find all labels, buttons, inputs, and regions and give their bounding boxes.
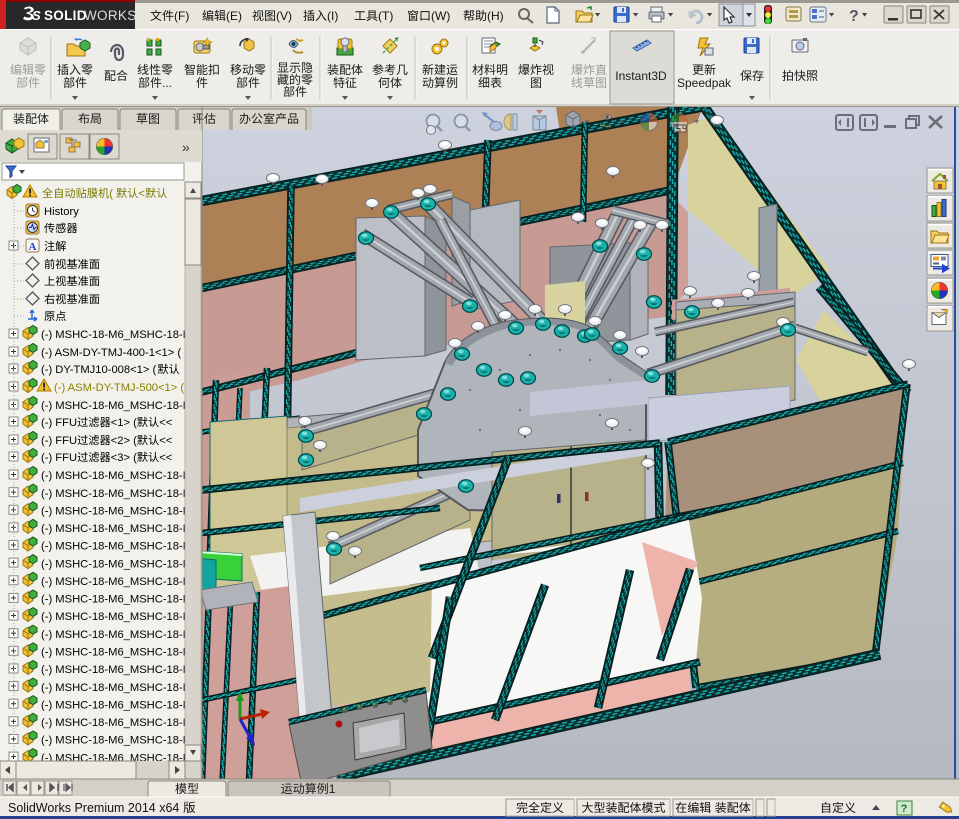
svg-text:(-) MSHC-18-M6_MSHC-18-M: (-) MSHC-18-M6_MSHC-18-M: [41, 470, 192, 482]
svg-text:(-) MSHC-18-M6_MSHC-18-M: (-) MSHC-18-M6_MSHC-18-M: [41, 664, 192, 676]
svg-text:(-) MSHC-18-M6_MSHC-18-M: (-) MSHC-18-M6_MSHC-18-M: [41, 735, 192, 747]
svg-text:<2> (: <2> (: [111, 435, 137, 447]
svg-text:WORKS: WORKS: [84, 8, 137, 23]
svg-text:History: History: [44, 206, 79, 218]
svg-text:*: *: [395, 36, 398, 45]
svg-text:<<: <<: [159, 435, 172, 447]
svg-text:...: ...: [162, 76, 172, 90]
svg-text:(-) MSHC-18-M6_MSHC-18-M: (-) MSHC-18-M6_MSHC-18-M: [41, 594, 192, 606]
svg-text:?: ?: [901, 803, 908, 815]
svg-text:SolidWorks Premium 2014 x64: SolidWorks Premium 2014 x64: [8, 801, 179, 815]
svg-text:(-) MSHC-18-M6_MSHC-18-M: (-) MSHC-18-M6_MSHC-18-M: [41, 488, 192, 500]
svg-text:(I): (I): [327, 9, 338, 23]
svg-text:(-) MSHC-18-M6_MSHC-18-M: (-) MSHC-18-M6_MSHC-18-M: [41, 699, 192, 711]
svg-text:(-) MSHC-18-M6_MSHC-18-M: (-) MSHC-18-M6_MSHC-18-M: [41, 558, 192, 570]
svg-text:<3> (: <3> (: [111, 452, 137, 464]
svg-text:Speedpak: Speedpak: [677, 76, 732, 90]
svg-text:(-) MSHC-18-M6_MSHC-18-M: (-) MSHC-18-M6_MSHC-18-M: [41, 400, 192, 412]
svg-text:(-) MSHC-18-M6_MSHC-18-M: (-) MSHC-18-M6_MSHC-18-M: [41, 611, 192, 623]
svg-text:(F): (F): [174, 9, 189, 23]
svg-text:?: ?: [849, 8, 859, 25]
svg-text:(-) ASM-DY-TMJ-400-1<1> (: (-) ASM-DY-TMJ-400-1<1> (: [41, 347, 181, 359]
svg-text:(E): (E): [226, 9, 242, 23]
svg-text:(W): (W): [431, 9, 450, 23]
svg-text:(T): (T): [378, 9, 393, 23]
svg-text:A: A: [29, 241, 37, 253]
svg-text:<: <: [138, 188, 145, 200]
svg-text:(-) MSHC-18-M6_MSHC-18-M: (-) MSHC-18-M6_MSHC-18-M: [41, 506, 192, 518]
svg-text:(-) MSHC-18-M6_MSHC-18-M: (-) MSHC-18-M6_MSHC-18-M: [41, 541, 192, 553]
svg-text:SOLID: SOLID: [44, 8, 87, 23]
svg-text:(H): (H): [487, 9, 504, 23]
svg-text:Instant3D: Instant3D: [615, 69, 667, 83]
svg-text:<1> (: <1> (: [111, 417, 137, 429]
svg-text:(V): (V): [276, 9, 292, 23]
svg-text:<<: <<: [159, 417, 172, 429]
svg-text:(-) MSHC-18-M6_MSHC-18-M: (-) MSHC-18-M6_MSHC-18-M: [41, 717, 192, 729]
svg-text:(-) DY-TMJ10-008<1> (: (-) DY-TMJ10-008<1> (: [41, 364, 157, 376]
svg-text:(: (: [109, 188, 113, 200]
svg-text:<<: <<: [159, 452, 172, 464]
svg-text:(-) MSHC-18-M6_MSHC-18-M: (-) MSHC-18-M6_MSHC-18-M: [41, 647, 192, 659]
svg-text:»: »: [182, 139, 190, 155]
svg-text:(-) MSHC-18-M6_MSHC-18-M: (-) MSHC-18-M6_MSHC-18-M: [41, 329, 192, 341]
svg-text:S: S: [32, 8, 41, 23]
svg-text:1: 1: [329, 782, 336, 796]
svg-text:(-) ASM-DY-TMJ-500<1> (: (-) ASM-DY-TMJ-500<1> (: [54, 382, 184, 394]
svg-text:(-) FFU: (-) FFU: [41, 452, 77, 464]
svg-text:(-) MSHC-18-M6_MSHC-18-M: (-) MSHC-18-M6_MSHC-18-M: [41, 682, 192, 694]
svg-text:(-) MSHC-18-M6_MSHC-18-M: (-) MSHC-18-M6_MSHC-18-M: [41, 523, 192, 535]
svg-text:(-) FFU: (-) FFU: [41, 417, 77, 429]
svg-text:(-) FFU: (-) FFU: [41, 435, 77, 447]
svg-text:(-) MSHC-18-M6_MSHC-18-M: (-) MSHC-18-M6_MSHC-18-M: [41, 576, 192, 588]
svg-text:(-) MSHC-18-M6_MSHC-18-M: (-) MSHC-18-M6_MSHC-18-M: [41, 629, 192, 641]
